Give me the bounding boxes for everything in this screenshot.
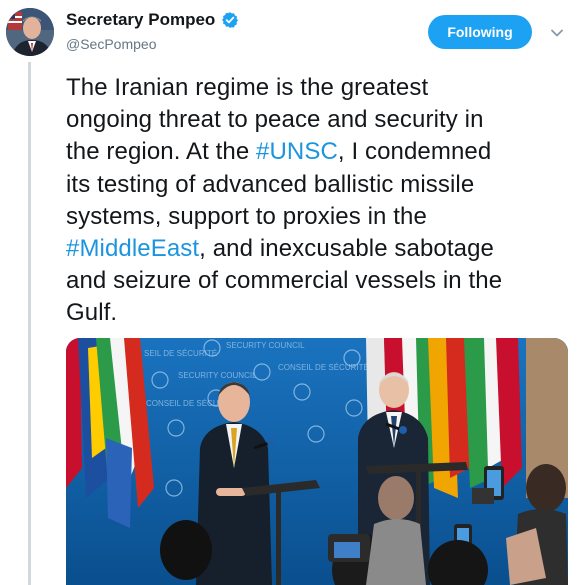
avatar[interactable]: [6, 8, 54, 56]
tweet-text-segment: the region. At the: [66, 138, 257, 166]
backdrop-text: SECURITY COUNCIL: [226, 341, 305, 350]
tweet-text-line: #MiddleEast, and inexcusable sabotage: [66, 233, 566, 265]
tweet-text-line: the region. At the #UNSC, I condemned: [66, 136, 566, 168]
tweet-text-line: Gulf.: [66, 297, 566, 329]
tweet-text-line: its testing of advanced ballistic missil…: [66, 169, 566, 201]
verified-badge-icon: [222, 12, 239, 28]
tweet-text-segment: its testing of advanced ballistic missil…: [66, 170, 475, 198]
tweet-text-segment: and seizure of commercial vessels in the: [66, 267, 503, 295]
backdrop-text: CONSEIL DE SÉCURITÉ: [278, 363, 369, 372]
tweet-text-segment: systems, support to proxies in the: [66, 202, 427, 230]
hashtag-link[interactable]: #UNSC: [256, 138, 338, 165]
tweet-text-line: ongoing threat to peace and security in: [66, 104, 566, 136]
tweet-text-line: systems, support to proxies in the: [66, 201, 566, 233]
handle[interactable]: @SecPompeo: [66, 36, 156, 52]
tweet-text-segment: , and inexcusable sabotage: [199, 235, 494, 263]
tweet-text-line: and seizure of commercial vessels in the: [66, 265, 566, 297]
thread-line: [28, 62, 31, 585]
tweet-text-segment: ongoing threat to peace and security in: [66, 106, 484, 134]
tweet-text-segment: Gulf.: [66, 299, 118, 327]
backdrop-text: SECURITY COUNCIL: [178, 371, 257, 380]
tweet-text-segment: , I condemned: [337, 138, 492, 166]
hashtag-link[interactable]: #MiddleEast: [66, 235, 199, 262]
tweet-text: The Iranian regime is the greatest ongoin…: [66, 72, 566, 330]
tweet-photo[interactable]: SEIL DE SÉCURITÉ SECURITY COUNCIL CONSEI…: [66, 338, 568, 585]
chevron-down-icon[interactable]: [550, 26, 564, 40]
display-name[interactable]: Secretary Pompeo: [66, 10, 215, 30]
tweet-text-segment: The Iranian regime is the greatest: [66, 74, 429, 101]
tweet-text-line: The Iranian regime is the greatest: [66, 72, 566, 104]
following-button[interactable]: Following: [428, 15, 532, 49]
